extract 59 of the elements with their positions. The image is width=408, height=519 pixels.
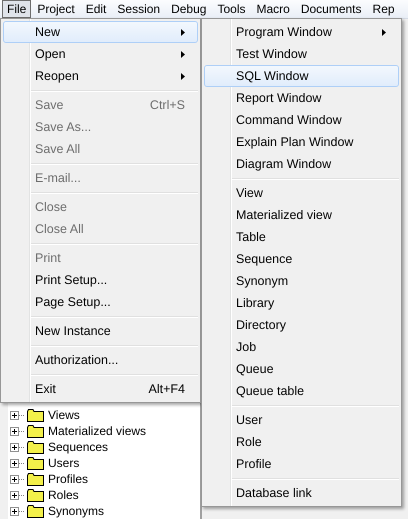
tree-item[interactable]: Materialized views — [48, 424, 146, 438]
folder-icon — [27, 504, 44, 518]
menu-item[interactable]: Library — [204, 292, 399, 314]
menu-item[interactable]: Queue table — [204, 380, 399, 402]
menu-item[interactable]: Role — [204, 431, 399, 453]
menu-item[interactable]: User — [204, 409, 399, 431]
menu-bar-item[interactable]: File — [2, 0, 32, 18]
menu-item[interactable]: View — [204, 182, 399, 204]
folder-icon — [27, 408, 44, 422]
menu-item[interactable]: Synonym — [204, 270, 399, 292]
tree-item[interactable]: Users — [48, 456, 80, 470]
menu-item[interactable]: Database link — [204, 482, 399, 504]
menu-item[interactable]: Sequence — [204, 248, 399, 270]
tree-item[interactable]: Sequences — [48, 440, 108, 454]
menu-item[interactable]: Exit Alt+F4 — [3, 378, 198, 400]
menu-bar-item[interactable]: Project — [32, 0, 80, 18]
menu-item[interactable]: Reopen — [3, 65, 198, 87]
expand-icon[interactable] — [10, 442, 25, 452]
menu-item[interactable]: SQL Window — [204, 65, 399, 87]
menu-item[interactable]: Program Window — [204, 21, 399, 43]
tree-item[interactable]: Synonyms — [48, 504, 104, 518]
menu-bar-item[interactable]: Debug — [166, 0, 212, 18]
folder-icon — [27, 424, 44, 438]
expand-icon[interactable] — [10, 490, 25, 500]
menu-item[interactable]: Explain Plan Window — [204, 131, 399, 153]
expand-icon[interactable] — [10, 410, 25, 420]
folder-icon — [27, 456, 44, 470]
menu-item[interactable]: New Instance — [3, 320, 198, 342]
expand-icon[interactable] — [10, 506, 25, 516]
menu-bar-item[interactable]: Edit — [80, 0, 112, 18]
menu-item[interactable]: Report Window — [204, 87, 399, 109]
menu-bar-item[interactable]: Rep — [368, 0, 400, 18]
menu-bar-item[interactable]: Tools — [212, 0, 250, 18]
menu-item[interactable]: Directory — [204, 314, 399, 336]
expand-icon[interactable] — [10, 458, 25, 468]
menu-item[interactable]: Command Window — [204, 109, 399, 131]
menu-item[interactable]: Print Setup... — [3, 269, 198, 291]
menu-item[interactable]: Profile — [204, 453, 399, 475]
menu-item[interactable]: Open — [3, 43, 198, 65]
menu-item[interactable]: Page Setup... — [3, 291, 198, 313]
expand-icon[interactable] — [10, 474, 25, 484]
menu-item[interactable]: Table — [204, 226, 399, 248]
menu-item[interactable]: Queue — [204, 358, 399, 380]
menu-item[interactable]: Diagram Window — [204, 153, 399, 175]
menu-item[interactable]: Materialized view — [204, 204, 399, 226]
menu-item[interactable]: Test Window — [204, 43, 399, 65]
menu-item[interactable]: Authorization... — [3, 349, 198, 371]
tree-item[interactable]: Views — [48, 408, 80, 422]
expand-icon[interactable] — [10, 426, 25, 436]
menu-item[interactable]: Job — [204, 336, 399, 358]
menu-bar-item[interactable]: Session — [112, 0, 166, 18]
folder-icon — [27, 440, 44, 454]
tree-item[interactable]: Roles — [48, 488, 79, 502]
menu-bar-item[interactable]: Documents — [296, 0, 367, 18]
tree-item[interactable]: Profiles — [48, 472, 88, 486]
folder-icon — [27, 472, 44, 486]
menu-bar-item[interactable]: Macro — [251, 0, 295, 18]
folder-icon — [27, 488, 44, 502]
menu-item[interactable]: New — [3, 21, 198, 43]
